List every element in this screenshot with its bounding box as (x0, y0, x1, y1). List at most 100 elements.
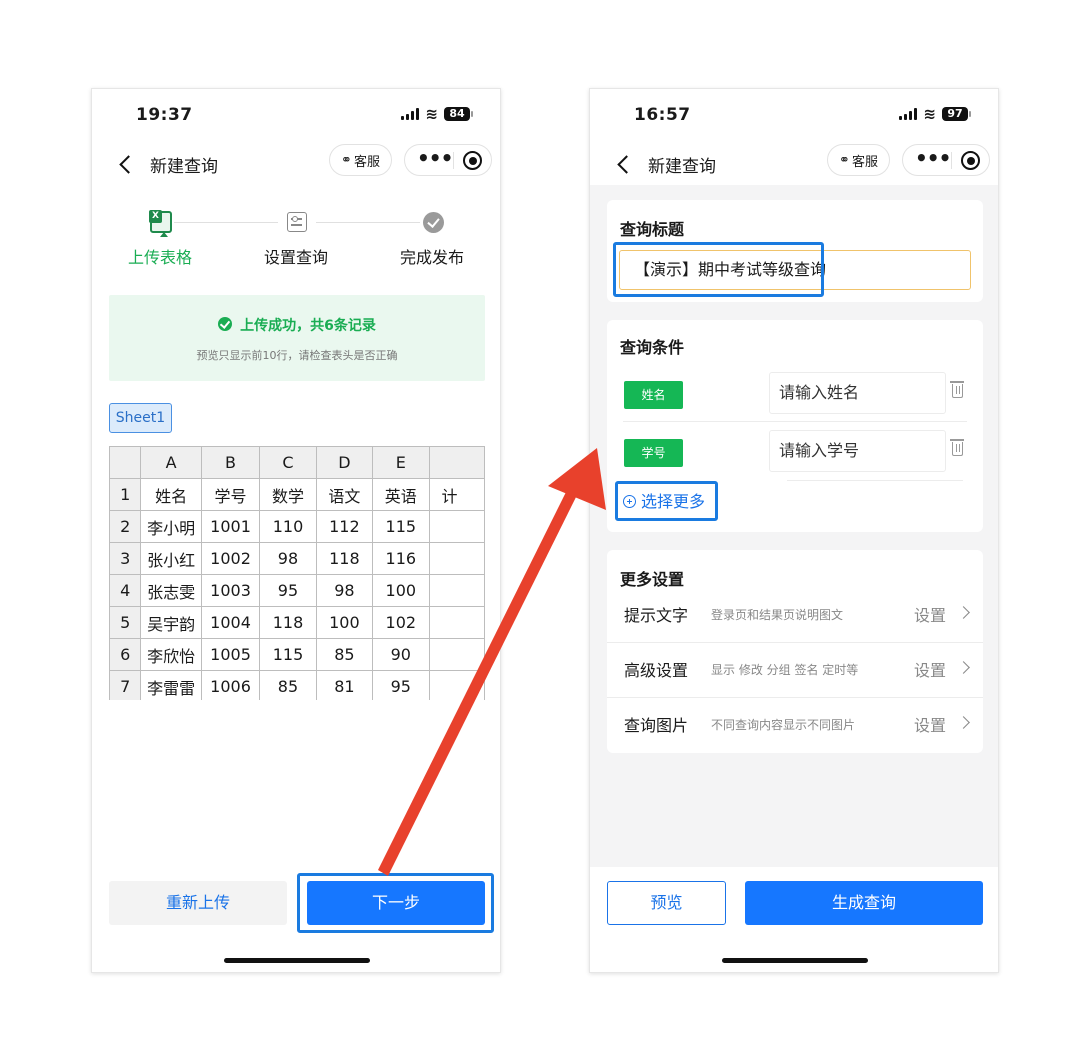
step-label-upload: 上传表格 (127, 248, 192, 267)
table-cell: 数学 (259, 478, 317, 511)
table-cell (428, 670, 485, 700)
upload-success-banner: 上传成功，共6条记录 预览只显示前10行，请检查表头是否正确 (109, 295, 485, 381)
step-label-setup: 设置查询 (263, 248, 328, 267)
table-cell (428, 510, 485, 543)
check-circle-icon (423, 212, 444, 233)
table-cell: 95 (372, 670, 430, 700)
table-cell: 姓名 (140, 478, 202, 511)
table-cell: 1004 (200, 606, 261, 639)
spreadsheet-table: A B C D E 1 姓名 学号 数学 语文 英语 计 2 李小明 1001 … (109, 446, 485, 700)
status-bar: 16:57 ≋ 97 (590, 89, 998, 143)
status-icons: ≋ 97 (899, 107, 971, 122)
settings-row-desc: 登录页和结果页说明图文 (711, 608, 844, 622)
settings-row-desc: 不同查询内容显示不同图片 (711, 718, 856, 732)
query-title-input[interactable]: 【演示】期中考试等级查询 (619, 250, 971, 290)
condition-input[interactable]: 请输入姓名 (769, 372, 946, 414)
spreadsheet-preview: A B C D E 1 姓名 学号 数学 语文 英语 计 2 李小明 1001 … (109, 446, 485, 700)
form-background: 查询标题 【演示】期中考试等级查询 查询条件 姓名 请输入姓名 学号 请输入学号… (590, 185, 998, 867)
close-miniapp-icon[interactable] (961, 151, 980, 170)
table-cell: 1006 (200, 670, 261, 700)
table-cell (428, 638, 485, 671)
close-miniapp-icon[interactable] (463, 151, 482, 170)
table-cell: 85 (259, 670, 317, 700)
customer-service-label: 客服 (851, 154, 878, 170)
step-connector (174, 222, 278, 223)
reupload-button[interactable]: 重新上传 (109, 881, 287, 925)
customer-service-button[interactable]: ⚭ 客服 (329, 144, 392, 176)
select-more-label: 选择更多 (641, 492, 706, 511)
settings-row-advanced[interactable]: 高级设置 显示 修改 分组 签名 定时等 设置 (607, 642, 983, 697)
table-cell: 张小红 (140, 542, 202, 575)
table-cell: 100 (372, 574, 430, 607)
table-cell: 90 (372, 638, 430, 671)
corner-cell (109, 446, 142, 479)
settings-row-name: 查询图片 (624, 716, 689, 735)
back-icon[interactable] (614, 151, 634, 177)
trash-icon[interactable] (950, 439, 964, 456)
table-cell: 李小明 (140, 510, 202, 543)
column-header: E (372, 446, 430, 479)
capsule-divider (453, 152, 454, 169)
table-cell (428, 574, 485, 607)
battery-icon: 84 (444, 107, 473, 121)
success-title: 上传成功，共6条记录 (109, 315, 485, 335)
table-row: 6 李欣怡 1005 115 85 90 (109, 638, 485, 671)
table-cell: 98 (315, 574, 374, 607)
home-indicator (722, 958, 868, 963)
condition-tag[interactable]: 姓名 (624, 381, 683, 409)
table-cell: 116 (372, 542, 430, 575)
success-subtitle: 预览只显示前10行，请检查表头是否正确 (196, 349, 398, 362)
table-cell: 1001 (200, 510, 261, 543)
table-cell: 115 (372, 510, 430, 543)
column-header (428, 446, 485, 479)
customer-service-button[interactable]: ⚭ 客服 (827, 144, 890, 176)
generate-query-button[interactable]: 生成查询 (745, 881, 983, 925)
next-step-button[interactable]: 下一步 (307, 881, 485, 925)
table-cell: 100 (315, 606, 374, 639)
column-header-row: A B C D E (109, 446, 485, 479)
table-cell: 李欣怡 (140, 638, 202, 671)
signal-icon (899, 108, 918, 120)
table-cell: 语文 (315, 478, 374, 511)
battery-icon: 97 (942, 107, 971, 121)
table-row: 1 姓名 学号 数学 语文 英语 计 (109, 478, 485, 511)
select-more-button[interactable]: 选择更多 (623, 488, 705, 512)
settings-row-action: 设置 (914, 661, 947, 680)
more-icon[interactable]: ••• (417, 145, 453, 175)
query-title-heading: 查询标题 (620, 220, 685, 239)
conditions-heading: 查询条件 (620, 338, 685, 357)
row-number: 1 (109, 478, 142, 511)
condition-input[interactable]: 请输入学号 (769, 430, 946, 472)
signal-icon (401, 108, 420, 120)
status-time: 19:37 (136, 105, 193, 125)
step-label-publish: 完成发布 (399, 248, 464, 267)
bottom-action-bar: 重新上传 下一步 (92, 881, 500, 925)
table-row: 4 张志雯 1003 95 98 100 (109, 574, 485, 607)
progress-steps: 上传表格 设置查询 完成发布 (92, 207, 500, 277)
table-cell: 98 (259, 542, 317, 575)
table-row: 3 张小红 1002 98 118 116 (109, 542, 485, 575)
table-cell: 张志雯 (140, 574, 202, 607)
more-settings-card: 更多设置 提示文字 登录页和结果页说明图文 设置 高级设置 显示 修改 分组 签… (607, 550, 983, 753)
sheet-tab[interactable]: Sheet1 (109, 403, 172, 433)
page-title: 新建查询 (648, 157, 716, 177)
table-cell: 115 (259, 638, 317, 671)
nav-bar: 新建查询 ⚭ 客服 ••• (92, 143, 500, 185)
row-number: 4 (109, 574, 142, 607)
condition-tag[interactable]: 学号 (624, 439, 683, 467)
table-row: 2 李小明 1001 110 112 115 (109, 510, 485, 543)
column-header: C (259, 446, 317, 479)
column-header: B (200, 446, 261, 479)
step-connector (316, 222, 420, 223)
more-icon[interactable]: ••• (915, 145, 951, 175)
chevron-right-icon (957, 716, 970, 729)
trash-icon[interactable] (950, 381, 964, 398)
table-cell: 102 (372, 606, 430, 639)
back-icon[interactable] (116, 151, 136, 177)
settings-row-query-image[interactable]: 查询图片 不同查询内容显示不同图片 设置 (607, 697, 983, 752)
table-cell: 118 (315, 542, 374, 575)
headset-icon: ⚭ (341, 152, 352, 168)
settings-row-tip-text[interactable]: 提示文字 登录页和结果页说明图文 设置 (607, 587, 983, 642)
preview-button[interactable]: 预览 (607, 881, 726, 925)
plus-circle-icon (623, 495, 636, 508)
